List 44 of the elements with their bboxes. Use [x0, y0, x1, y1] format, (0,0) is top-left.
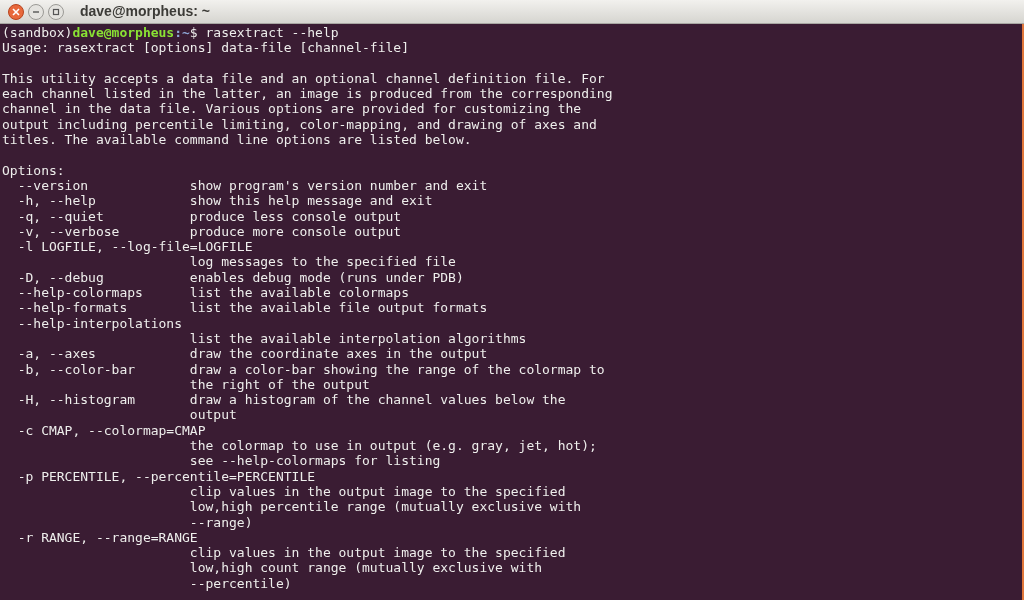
terminal-line: the colormap to use in output (e.g. gray, jet, hot); [188, 438, 597, 454]
terminal-line: -c CMAP, --colormap=CMAP [16, 422, 206, 438]
terminal-line: --range) [188, 514, 253, 530]
terminal-line: output [188, 407, 237, 423]
minimize-button[interactable] [28, 3, 44, 20]
terminal-line: Usage: rasextract [options] data-file [channel-file] [2, 40, 409, 56]
window-title: dave@morpheus: ~ [80, 2, 210, 21]
maximize-icon [52, 7, 60, 16]
terminal-line: -l LOGFILE, --log-file=LOGFILE [16, 239, 253, 255]
terminal-line: -H, --histogram draw a histogram of the channel values below the [16, 392, 566, 408]
terminal-line: low,high percentile range (mutually exclusive with [188, 499, 582, 515]
terminal-line: -b, --color-bar draw a color-bar showing the range of the colormap to [16, 361, 605, 377]
terminal-line: Options: [2, 162, 65, 178]
close-button[interactable] [8, 3, 24, 20]
prompt-user-host: dave@morpheus [72, 25, 175, 41]
terminal-line: clip values in the output image to the specified [188, 545, 566, 561]
terminal-line: list the available interpolation algorithms [188, 330, 527, 347]
terminal-line: low,high count range (mutually exclusive with [188, 560, 543, 576]
terminal-line: This utility accepts a data file and an optional channel definition file. For [2, 70, 605, 87]
terminal-line: --help-formats list the available file output formats [16, 300, 488, 316]
terminal-line: clip values in the output image to the specified [189, 483, 566, 500]
terminal-line: titles. The available command line options are listed below. [2, 132, 472, 148]
terminal-line: --version show program's version number and exit [17, 177, 488, 194]
terminal-line: -h, --help show this help message and exit [16, 193, 433, 209]
terminal-line: channel in the data file. Various options are provided for customizing the [2, 101, 582, 117]
terminal-line: -a, --axes draw the coordinate axes in the output [16, 346, 488, 362]
prompt-path: :~ [174, 25, 190, 41]
terminal-line: the right of the output [188, 376, 370, 393]
command-text: $ rasextract --help [189, 25, 339, 41]
terminal-line: --help-interpolations [16, 315, 182, 331]
terminal-line: output including percentile limiting, color-mapping, and drawing of axes and [2, 116, 597, 133]
terminal-line: --percentile) [188, 575, 292, 591]
terminal-line: log messages to the specified file [188, 254, 456, 270]
maximize-button[interactable] [48, 3, 64, 20]
terminal-line: -q, --quiet produce less console output [16, 208, 402, 224]
close-icon [12, 7, 20, 16]
terminal-line: --help-colormaps list the available colormaps [16, 285, 409, 301]
terminal-line: -p PERCENTILE, --percentile=PERCENTILE [16, 468, 316, 484]
terminal-line: -D, --debug enables debug mode (runs under PDB) [16, 269, 464, 286]
terminal-line: -v, --verbose produce more console output [16, 223, 402, 240]
terminal-line: see --help-colormaps for listing [188, 453, 441, 469]
terminal-line: each channel listed in the latter, an image is produced from the corresponding [2, 86, 613, 102]
terminal-line: -r RANGE, --range=RANGE [16, 529, 198, 546]
prompt-env: (sandbox) [2, 25, 73, 41]
